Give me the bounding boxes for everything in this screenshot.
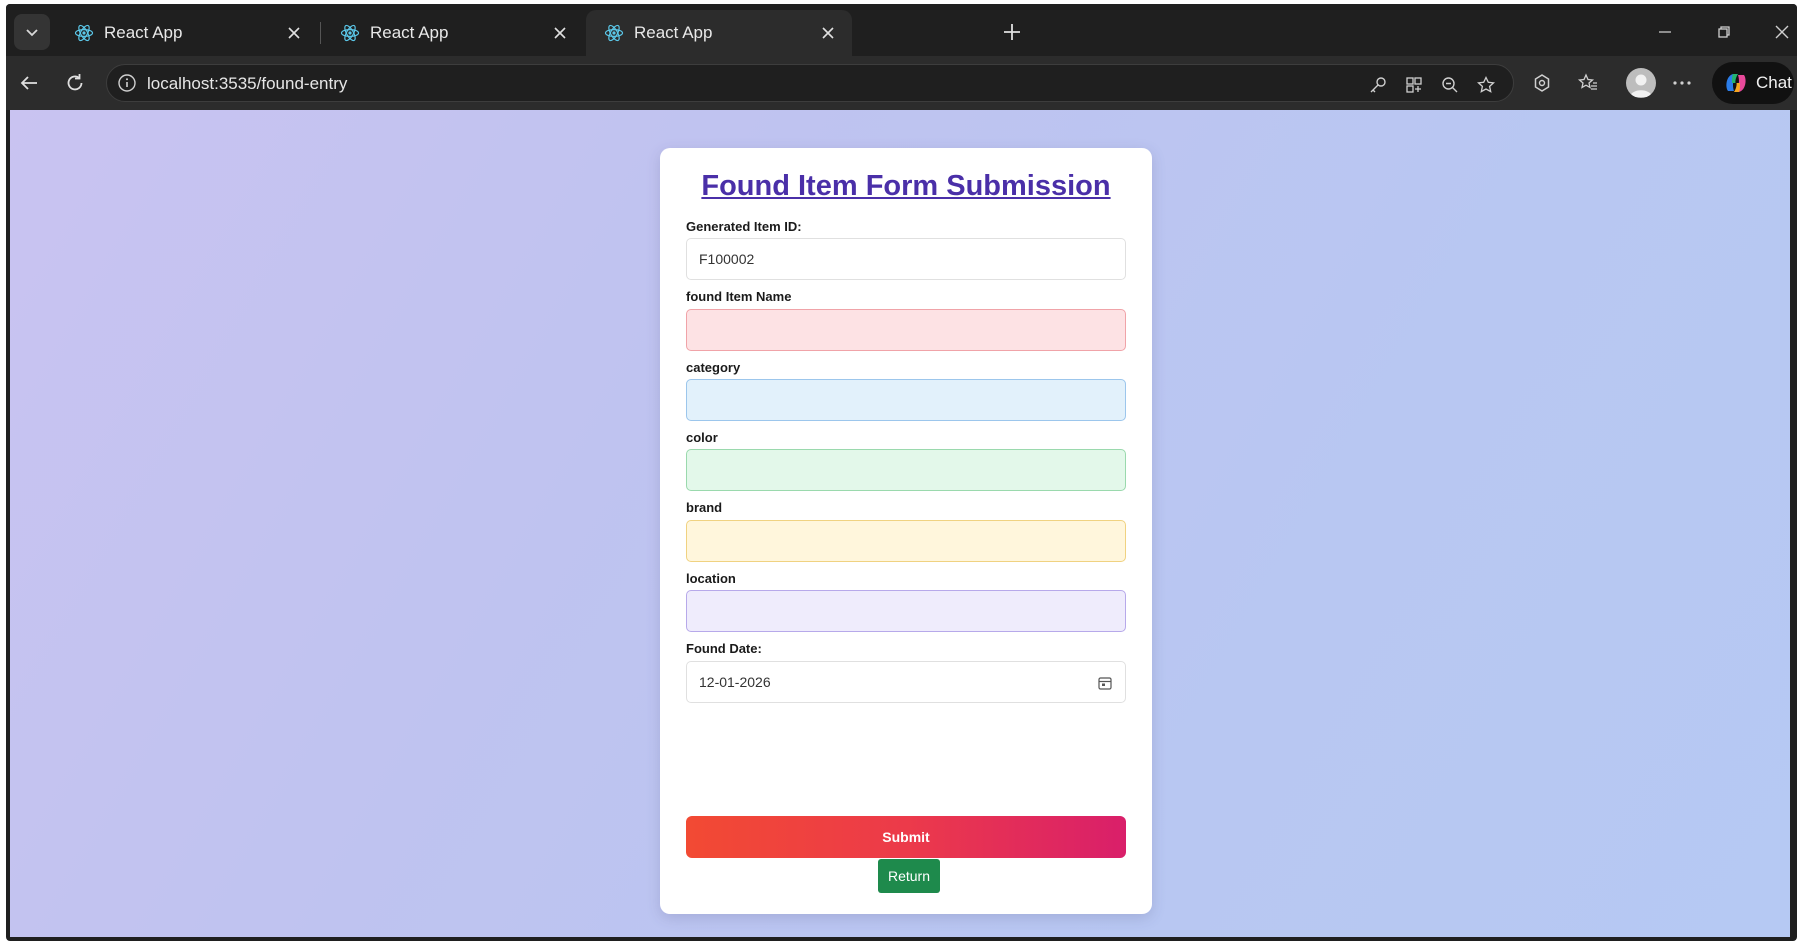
back-button[interactable] <box>14 68 44 98</box>
item-name-label: found Item Name <box>686 289 792 304</box>
reload-button[interactable] <box>60 68 90 98</box>
minimize-button[interactable] <box>1651 18 1679 46</box>
tab-actions-menu[interactable] <box>14 14 50 50</box>
profile-avatar[interactable] <box>1626 68 1656 98</box>
close-window-button[interactable] <box>1768 18 1796 46</box>
person-icon <box>1630 74 1652 97</box>
category-input[interactable] <box>686 379 1126 421</box>
found-date-value: 12-01-2026 <box>699 674 771 690</box>
restore-button[interactable] <box>1710 18 1738 46</box>
close-icon[interactable] <box>550 23 570 43</box>
more-options-icon[interactable] <box>1668 69 1696 97</box>
found-date-label: Found Date: <box>686 641 762 656</box>
star-icon[interactable] <box>1475 74 1497 96</box>
category-label: category <box>686 360 741 375</box>
key-icon[interactable] <box>1367 74 1389 96</box>
item-id-field[interactable]: F100002 <box>686 238 1126 280</box>
plus-icon <box>1004 24 1020 40</box>
extensions-icon[interactable] <box>1528 69 1556 97</box>
arrow-left-icon <box>20 76 37 90</box>
tab-1[interactable]: React App <box>56 10 318 56</box>
react-icon <box>74 24 94 42</box>
brand-label: brand <box>686 500 723 515</box>
copilot-icon <box>1726 74 1746 92</box>
tab-strip: React App React App React App <box>6 4 1797 56</box>
copilot-chat-button[interactable]: Chat <box>1712 62 1794 104</box>
close-icon <box>1775 25 1789 39</box>
tab-2[interactable]: React App <box>322 10 584 56</box>
chevron-down-icon <box>26 29 38 37</box>
browser-toolbar: localhost:3535/found-entry Chat <box>6 56 1797 110</box>
close-icon[interactable] <box>818 23 838 43</box>
found-item-form-card: Found Item Form Submission Generated Ite… <box>660 148 1152 914</box>
return-button[interactable]: Return <box>878 859 940 893</box>
item-name-input[interactable] <box>686 309 1126 351</box>
item-id-label: Generated Item ID: <box>686 219 802 234</box>
zoom-out-icon[interactable] <box>1439 74 1461 96</box>
location-label: location <box>686 571 736 586</box>
url-text: localhost:3535/found-entry <box>147 74 348 93</box>
color-input[interactable] <box>686 449 1126 491</box>
favorites-icon[interactable] <box>1574 69 1602 97</box>
tab-3-active[interactable]: React App <box>586 10 852 56</box>
item-id-value: F100002 <box>699 251 755 267</box>
chat-label: Chat <box>1756 73 1792 92</box>
page-viewport: Found Item Form Submission Generated Ite… <box>10 110 1790 937</box>
calendar-icon[interactable] <box>1097 675 1113 691</box>
info-icon[interactable] <box>117 73 137 93</box>
submit-button[interactable]: Submit <box>686 816 1126 858</box>
tab-separator <box>320 22 321 44</box>
location-input[interactable] <box>686 590 1126 632</box>
form-title: Found Item Form Submission <box>701 170 1111 202</box>
react-icon <box>340 24 360 42</box>
apps-icon[interactable] <box>1403 74 1425 96</box>
color-label: color <box>686 430 718 445</box>
address-bar[interactable]: localhost:3535/found-entry <box>106 64 1514 102</box>
close-icon[interactable] <box>284 23 304 43</box>
brand-input[interactable] <box>686 520 1126 562</box>
reload-icon <box>67 74 83 91</box>
tab-title: React App <box>370 23 449 42</box>
browser-window: React App React App React App localhost:… <box>6 4 1797 941</box>
found-date-input[interactable]: 12-01-2026 <box>686 661 1126 703</box>
new-tab-button[interactable] <box>998 18 1026 46</box>
tab-title: React App <box>104 23 183 42</box>
minimize-icon <box>1659 31 1671 33</box>
restore-icon <box>1718 26 1730 38</box>
tab-title: React App <box>634 23 713 42</box>
react-icon <box>604 24 624 42</box>
